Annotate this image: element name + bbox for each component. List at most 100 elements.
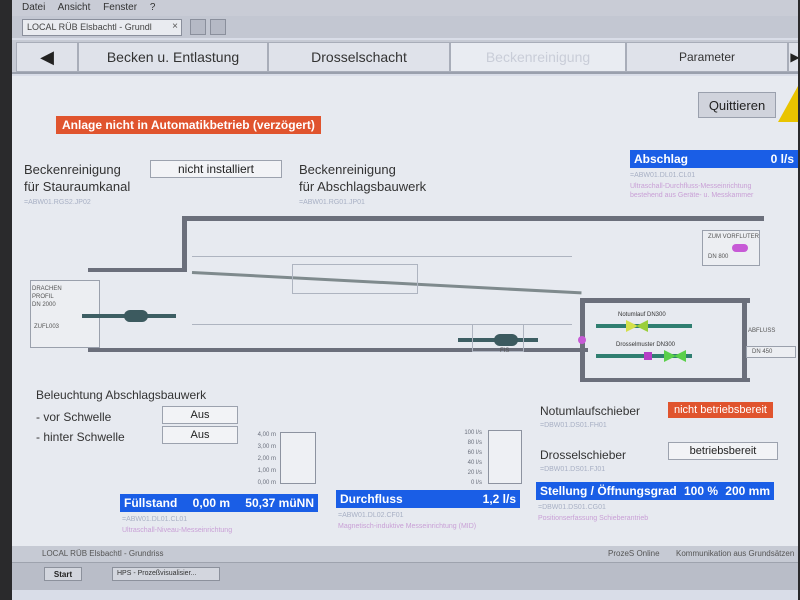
durchfluss-value: 1,2 l/s <box>482 492 516 506</box>
tab-parameter[interactable]: Parameter <box>626 42 788 72</box>
warning-icon <box>778 86 798 122</box>
beleuchtung-vor-label: - vor Schwelle <box>36 410 112 424</box>
beleuchtung-hinter-label: - hinter Schwelle <box>36 430 125 444</box>
durchfluss-tag: =ABW01.DL02.CF01 <box>338 512 404 519</box>
inner-line-1 <box>192 256 572 257</box>
stellung-desc: Positionserfassung Schieberantrieb <box>538 515 649 522</box>
menu-window[interactable]: Fenster <box>103 2 137 13</box>
durchfluss-desc: Magnetisch-induktive Messeinrichtung (MI… <box>338 523 477 530</box>
taskbar: Start HPS - Prozeßvisualisier... <box>12 562 798 590</box>
notumlauf-tag: =DBW01.DS01.FH01 <box>540 422 607 429</box>
monitor-screen: Datei Ansicht Fenster ? LOCAL RÜB Elsbac… <box>12 0 798 600</box>
level-scale-3: 3,00 m <box>257 444 276 450</box>
abschlag-bauwerk-tag: =ABW01.RG01.JP01 <box>299 199 365 206</box>
notumlauf-label: Notumlaufschieber <box>540 404 641 418</box>
flow-scale-80: 80 l/s <box>467 440 482 446</box>
drossel-sensor-icon <box>644 352 652 360</box>
stellung-percent: 100 % <box>683 484 718 498</box>
forward-button[interactable]: ▶ <box>788 42 798 72</box>
navigation-bar: ◀ Becken u. Entlastung Drosselschacht Be… <box>12 40 798 74</box>
flow-scale-60: 60 l/s <box>467 450 482 456</box>
abschlag-bauwerk-title-1: Beckenreinigung <box>299 162 396 177</box>
drosselschieber-tag: =DBW01.DS01.FJ01 <box>540 466 606 473</box>
flow-scale-box <box>488 430 522 484</box>
stellung-tag: =DBW01.DS01.CG01 <box>538 504 606 511</box>
abschlag-tag: =ABW01.DL01.CL01 <box>630 172 696 179</box>
back-arrow-icon: ◀ <box>40 46 54 67</box>
abschlag-desc-2: bestehend aus Geräte- u. Messkammer <box>630 192 754 199</box>
stauraum-status: nicht installiert <box>150 160 282 178</box>
tab-beckenreinigung[interactable]: Beckenreinigung <box>450 42 626 72</box>
beleuchtung-hinter-value: Aus <box>162 426 238 444</box>
settings-icon[interactable] <box>210 19 226 35</box>
print-icon[interactable] <box>190 19 206 35</box>
menu-file[interactable]: Datei <box>22 2 45 13</box>
chamber-wall-top <box>580 298 750 303</box>
stellung-mm: 200 mm <box>725 484 770 498</box>
tab-drosselschacht[interactable]: Drosselschacht <box>268 42 450 72</box>
level-scale-0: 0,00 m <box>257 480 276 486</box>
tab-becken-entlastung[interactable]: Becken u. Entlastung <box>78 42 268 72</box>
inlet-pump <box>124 310 148 322</box>
abschlag-label: Abschlag <box>634 152 689 166</box>
abschlag-value: 0 l/s <box>770 152 794 166</box>
menu-bar: Datei Ansicht Fenster ? <box>12 0 798 16</box>
quittieren-button[interactable]: Quittieren <box>698 92 776 118</box>
automatik-alarm: Anlage nicht in Automatikbetrieb (verzög… <box>56 116 321 134</box>
back-button[interactable]: ◀ <box>16 42 78 72</box>
drosselschieber-status: betriebsbereit <box>668 442 778 460</box>
vorfluter-dn: DN 800 <box>708 254 729 260</box>
fuellstand-value-bar: Füllstand 0,00 m 50,37 müNN <box>120 494 318 512</box>
forward-arrow-icon: ▶ <box>790 50 798 64</box>
inlet-label-1: DRACHEN <box>32 286 62 292</box>
abschlag-value-bar: Abschlag 0 l/s <box>630 150 798 168</box>
fuellstand-value-nn: 50,37 müNN <box>245 496 314 510</box>
level-scale-box <box>280 432 316 484</box>
beleuchtung-vor-value: Aus <box>162 406 238 424</box>
close-icon[interactable]: × <box>172 21 178 32</box>
abschlag-desc-1: Ultraschall-Durchfluss-Messeinrichtung <box>630 183 752 190</box>
stellung-value-bar: Stellung / Öffnungsgrad 100 % 200 mm <box>536 482 774 500</box>
beleuchtung-title: Beleuchtung Abschlagsbauwerk <box>36 388 207 402</box>
basin-wall-step <box>182 216 187 272</box>
fis-box <box>472 324 524 352</box>
notumlauf-small-label: Notumlauf DN300 <box>618 312 666 318</box>
durchfluss-value-bar: Durchfluss 1,2 l/s <box>336 490 520 508</box>
chamber-sensor-icon <box>578 336 586 344</box>
flow-scale-100: 100 l/s <box>464 430 482 436</box>
main-content: Quittieren Anlage nicht in Automatikbetr… <box>12 76 798 546</box>
status-left: LOCAL RÜB Elsbachtl - Grundriss <box>42 549 164 558</box>
basin-diagram: DRACHEN PROFIL DN 2000 ZUFL003 FIS Notum… <box>12 206 798 406</box>
status-prozess: ProzeS Online <box>608 549 660 558</box>
fuellstand-value-m: 0,00 m <box>192 496 230 510</box>
flow-scale-40: 40 l/s <box>467 460 482 466</box>
vorfluter-label: ZUM VORFLUTER <box>708 234 759 240</box>
chamber-wall-right <box>742 298 747 382</box>
stauraum-title-2: für Stauraumkanal <box>24 179 131 194</box>
document-tab[interactable]: LOCAL RÜB Elsbachtl - Grundl × <box>22 19 182 36</box>
notumlauf-status: nicht betriebsbereit <box>668 402 773 418</box>
abschlag-bauwerk-title-2: für Abschlagsbauwerk <box>299 179 427 194</box>
inlet-dn: DN 2000 <box>32 302 56 308</box>
vorfluter-sensor-icon <box>732 244 748 252</box>
menu-view[interactable]: Ansicht <box>58 2 91 13</box>
fuellstand-label: Füllstand <box>124 496 178 510</box>
status-kommunikation: Kommunikation aus Grundsätzen <box>676 549 795 558</box>
fuellstand-desc: Ultraschall-Niveau-Messeinrichtung <box>122 527 233 534</box>
stellung-label: Stellung / Öffnungsgrad <box>540 484 677 498</box>
ablauf-dn: DN 450 <box>752 349 773 355</box>
taskbar-item-hps[interactable]: HPS - Prozeßvisualisier... <box>112 567 220 581</box>
chamber-wall-bottom <box>580 378 750 382</box>
start-button[interactable]: Start <box>44 567 82 581</box>
status-bar: LOCAL RÜB Elsbachtl - Grundriss ProzeS O… <box>12 546 798 562</box>
inlet-label-2: PROFIL <box>32 294 54 300</box>
stauraum-tag: =ABW01.RGS2.JP02 <box>24 199 91 206</box>
notumlauf-valve-icon-2[interactable] <box>636 320 648 332</box>
menu-help[interactable]: ? <box>150 2 156 13</box>
drossel-valve-icon-2[interactable] <box>674 350 686 362</box>
basin-wall-inlet-top <box>88 268 186 272</box>
document-tab-label: LOCAL RÜB Elsbachtl - Grundl <box>27 22 152 32</box>
flow-scale-20: 20 l/s <box>467 470 482 476</box>
level-scale-2: 2,00 m <box>257 456 276 462</box>
inlet-tag: ZUFL003 <box>34 324 60 330</box>
